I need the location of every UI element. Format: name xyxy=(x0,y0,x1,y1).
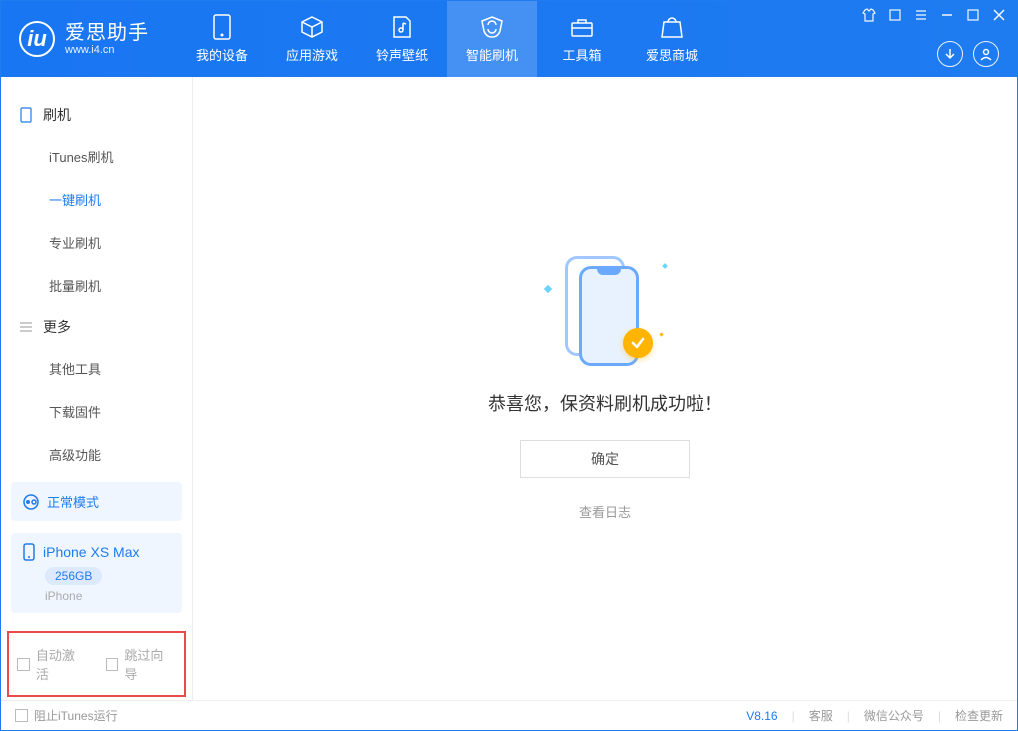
music-file-icon xyxy=(390,15,414,39)
main-tabs: 我的设备 应用游戏 铃声壁纸 智能刷机 xyxy=(177,1,717,77)
pin-icon[interactable] xyxy=(887,7,903,23)
close-icon[interactable] xyxy=(991,7,1007,23)
checkbox-stop-itunes[interactable]: 阻止iTunes运行 xyxy=(15,707,118,724)
logo: iu 爱思助手 www.i4.cn xyxy=(1,21,167,57)
user-button[interactable] xyxy=(973,41,999,67)
checkbox-skip-wizard[interactable]: 跳过向导 xyxy=(106,645,177,683)
tab-my-device[interactable]: 我的设备 xyxy=(177,1,267,77)
logo-icon: iu xyxy=(19,21,55,57)
header-actions xyxy=(937,41,999,67)
footer-link-update[interactable]: 检查更新 xyxy=(955,707,1003,724)
maximize-icon[interactable] xyxy=(965,7,981,23)
bag-icon xyxy=(660,15,684,39)
sidebar-item-other-tools[interactable]: 其他工具 xyxy=(1,347,192,390)
footer-link-support[interactable]: 客服 xyxy=(809,707,833,724)
tab-apps-games[interactable]: 应用游戏 xyxy=(267,1,357,77)
app-subtitle: www.i4.cn xyxy=(65,44,149,56)
sidebar-item-pro-flash[interactable]: 专业刷机 xyxy=(1,221,192,264)
tab-toolbox[interactable]: 工具箱 xyxy=(537,1,627,77)
checks-highlight: 自动激活 跳过向导 xyxy=(7,631,186,697)
sidebar-item-advanced[interactable]: 高级功能 xyxy=(1,433,192,476)
footer: 阻止iTunes运行 V8.16 | 客服 | 微信公众号 | 检查更新 xyxy=(1,700,1017,730)
shirt-icon[interactable] xyxy=(861,7,877,23)
download-button[interactable] xyxy=(937,41,963,67)
list-icon xyxy=(19,320,33,334)
tab-smart-flash[interactable]: 智能刷机 xyxy=(447,1,537,77)
cube-icon xyxy=(300,15,324,39)
tab-ringtone-wallpaper[interactable]: 铃声壁纸 xyxy=(357,1,447,77)
minimize-icon[interactable] xyxy=(939,7,955,23)
mode-icon xyxy=(23,494,39,510)
device-capacity: 256GB xyxy=(45,567,102,585)
mode-label: 正常模式 xyxy=(47,492,99,511)
success-illustration xyxy=(565,256,645,366)
sidebar: 刷机 iTunes刷机 一键刷机 专业刷机 批量刷机 更多 其他工具 下载固件 … xyxy=(1,77,193,700)
sidebar-item-batch-flash[interactable]: 批量刷机 xyxy=(1,264,192,307)
sidebar-item-download-firmware[interactable]: 下载固件 xyxy=(1,390,192,433)
device-type: iPhone xyxy=(45,589,170,603)
sidebar-item-itunes-flash[interactable]: iTunes刷机 xyxy=(1,135,192,178)
toolbox-icon xyxy=(570,15,594,39)
main-panel: 恭喜您，保资料刷机成功啦！ 确定 查看日志 xyxy=(193,77,1017,700)
app-window: iu 爱思助手 www.i4.cn 我的设备 应用游戏 xyxy=(0,0,1018,731)
menu-icon[interactable] xyxy=(913,7,929,23)
success-message: 恭喜您，保资料刷机成功啦！ xyxy=(488,390,722,416)
checkbox-icon xyxy=(17,658,30,671)
view-log-link[interactable]: 查看日志 xyxy=(579,502,631,521)
check-icon xyxy=(623,328,653,358)
header: iu 爱思助手 www.i4.cn 我的设备 应用游戏 xyxy=(1,1,1017,77)
device-name: iPhone XS Max xyxy=(43,544,140,560)
device-card[interactable]: iPhone XS Max 256GB iPhone xyxy=(11,533,182,613)
tab-store[interactable]: 爱思商城 xyxy=(627,1,717,77)
checkbox-icon xyxy=(106,658,119,671)
checkbox-auto-activate[interactable]: 自动激活 xyxy=(17,645,88,683)
phone-icon xyxy=(19,108,33,122)
checkbox-icon xyxy=(15,709,28,722)
sidebar-item-oneclick-flash[interactable]: 一键刷机 xyxy=(1,178,192,221)
footer-link-wechat[interactable]: 微信公众号 xyxy=(864,707,924,724)
mode-card[interactable]: 正常模式 xyxy=(11,482,182,521)
window-controls xyxy=(861,7,1007,23)
logo-text: 爱思助手 www.i4.cn xyxy=(65,22,149,56)
device-icon xyxy=(23,543,35,561)
section-flash: 刷机 xyxy=(1,95,192,135)
section-more: 更多 xyxy=(1,307,192,347)
device-icon xyxy=(210,15,234,39)
app-title: 爱思助手 xyxy=(65,22,149,44)
refresh-shield-icon xyxy=(480,15,504,39)
body: 刷机 iTunes刷机 一键刷机 专业刷机 批量刷机 更多 其他工具 下载固件 … xyxy=(1,77,1017,700)
version-label: V8.16 xyxy=(746,709,777,723)
ok-button[interactable]: 确定 xyxy=(520,440,690,478)
